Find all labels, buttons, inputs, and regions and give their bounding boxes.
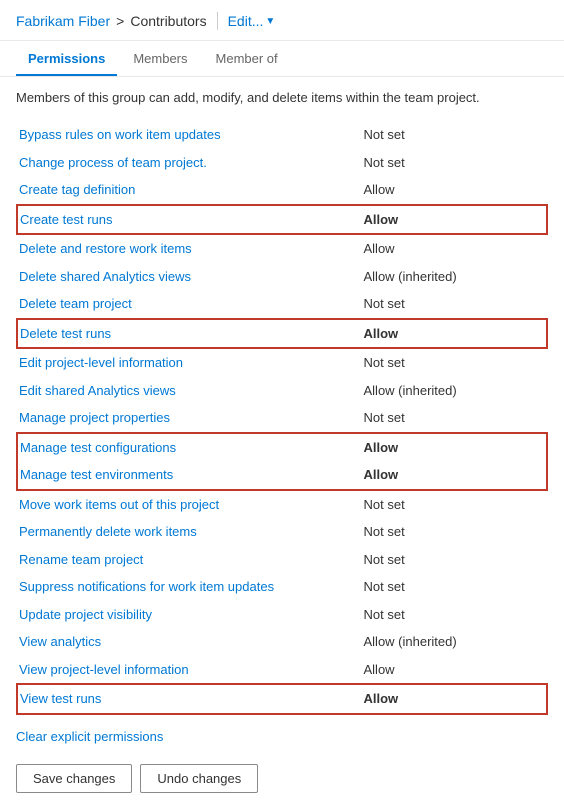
permission-value: Allow bbox=[362, 684, 548, 714]
table-row: Manage test configurationsAllow bbox=[17, 433, 547, 462]
permission-name[interactable]: Suppress notifications for work item upd… bbox=[17, 573, 362, 601]
permission-value: Not set bbox=[362, 490, 548, 519]
permission-name[interactable]: Manage project properties bbox=[17, 404, 362, 433]
permission-name[interactable]: Rename team project bbox=[17, 546, 362, 574]
tab-members[interactable]: Members bbox=[121, 41, 199, 76]
permission-value: Allow bbox=[362, 205, 548, 235]
permission-value: Allow bbox=[362, 656, 548, 685]
table-row: Create test runsAllow bbox=[17, 205, 547, 235]
permission-name[interactable]: Permanently delete work items bbox=[17, 518, 362, 546]
table-row: Move work items out of this projectNot s… bbox=[17, 490, 547, 519]
permission-name[interactable]: Create tag definition bbox=[17, 176, 362, 205]
table-row: Change process of team project.Not set bbox=[17, 149, 547, 177]
permission-value: Allow bbox=[362, 461, 548, 490]
permission-name[interactable]: Move work items out of this project bbox=[17, 490, 362, 519]
button-row: Save changes Undo changes bbox=[16, 764, 548, 793]
permission-value: Allow bbox=[362, 319, 548, 349]
undo-button[interactable]: Undo changes bbox=[140, 764, 258, 793]
permission-name[interactable]: Edit shared Analytics views bbox=[17, 377, 362, 405]
permission-name[interactable]: Create test runs bbox=[17, 205, 362, 235]
chevron-down-icon: ▼ bbox=[265, 16, 275, 27]
table-row: Create tag definitionAllow bbox=[17, 176, 547, 205]
permission-name[interactable]: View test runs bbox=[17, 684, 362, 714]
permission-value: Allow (inherited) bbox=[362, 263, 548, 291]
breadcrumb-separator: > bbox=[116, 13, 124, 29]
table-row: Delete test runsAllow bbox=[17, 319, 547, 349]
header: Fabrikam Fiber > Contributors Edit... ▼ bbox=[0, 0, 564, 41]
permission-value: Allow bbox=[362, 176, 548, 205]
table-row: Edit shared Analytics viewsAllow (inheri… bbox=[17, 377, 547, 405]
permission-value: Not set bbox=[362, 290, 548, 319]
permission-name[interactable]: Bypass rules on work item updates bbox=[17, 121, 362, 149]
table-row: Delete and restore work itemsAllow bbox=[17, 234, 547, 263]
table-row: Permanently delete work itemsNot set bbox=[17, 518, 547, 546]
permission-value: Not set bbox=[362, 348, 548, 377]
header-divider bbox=[217, 12, 218, 30]
tab-permissions[interactable]: Permissions bbox=[16, 41, 117, 76]
permission-value: Not set bbox=[362, 404, 548, 433]
table-row: Manage test environmentsAllow bbox=[17, 461, 547, 490]
save-button[interactable]: Save changes bbox=[16, 764, 132, 793]
permission-value: Not set bbox=[362, 573, 548, 601]
permission-name[interactable]: Delete team project bbox=[17, 290, 362, 319]
permission-name[interactable]: Update project visibility bbox=[17, 601, 362, 629]
description: Members of this group can add, modify, a… bbox=[16, 89, 548, 107]
table-row: Suppress notifications for work item upd… bbox=[17, 573, 547, 601]
permission-name[interactable]: Delete test runs bbox=[17, 319, 362, 349]
table-row: Edit project-level informationNot set bbox=[17, 348, 547, 377]
table-row: Delete team projectNot set bbox=[17, 290, 547, 319]
permission-value: Allow bbox=[362, 234, 548, 263]
breadcrumb-group: Contributors bbox=[130, 13, 206, 29]
tabs: Permissions Members Member of bbox=[0, 41, 564, 77]
table-row: Bypass rules on work item updatesNot set bbox=[17, 121, 547, 149]
tab-member-of[interactable]: Member of bbox=[204, 41, 290, 76]
permission-value: Allow (inherited) bbox=[362, 628, 548, 656]
clear-permissions-link[interactable]: Clear explicit permissions bbox=[16, 729, 163, 744]
permission-name[interactable]: View analytics bbox=[17, 628, 362, 656]
table-row: Update project visibilityNot set bbox=[17, 601, 547, 629]
permission-value: Not set bbox=[362, 149, 548, 177]
permission-name[interactable]: Manage test environments bbox=[17, 461, 362, 490]
table-row: View analyticsAllow (inherited) bbox=[17, 628, 547, 656]
edit-dropdown[interactable]: Edit... ▼ bbox=[228, 13, 276, 29]
content: Members of this group can add, modify, a… bbox=[0, 77, 564, 809]
permission-value: Allow (inherited) bbox=[362, 377, 548, 405]
table-row: View test runsAllow bbox=[17, 684, 547, 714]
table-row: Delete shared Analytics viewsAllow (inhe… bbox=[17, 263, 547, 291]
permission-value: Not set bbox=[362, 546, 548, 574]
permission-name[interactable]: View project-level information bbox=[17, 656, 362, 685]
permission-name[interactable]: Delete and restore work items bbox=[17, 234, 362, 263]
table-row: View project-level informationAllow bbox=[17, 656, 547, 685]
breadcrumb: Fabrikam Fiber > Contributors bbox=[16, 13, 207, 29]
permission-value: Allow bbox=[362, 433, 548, 462]
edit-label: Edit... bbox=[228, 13, 264, 29]
table-row: Rename team projectNot set bbox=[17, 546, 547, 574]
table-row: Manage project propertiesNot set bbox=[17, 404, 547, 433]
permission-name[interactable]: Change process of team project. bbox=[17, 149, 362, 177]
permission-value: Not set bbox=[362, 518, 548, 546]
permission-value: Not set bbox=[362, 121, 548, 149]
permission-value: Not set bbox=[362, 601, 548, 629]
breadcrumb-org[interactable]: Fabrikam Fiber bbox=[16, 13, 110, 29]
permission-name[interactable]: Manage test configurations bbox=[17, 433, 362, 462]
permission-name[interactable]: Delete shared Analytics views bbox=[17, 263, 362, 291]
permissions-table: Bypass rules on work item updatesNot set… bbox=[16, 121, 548, 715]
permission-name[interactable]: Edit project-level information bbox=[17, 348, 362, 377]
